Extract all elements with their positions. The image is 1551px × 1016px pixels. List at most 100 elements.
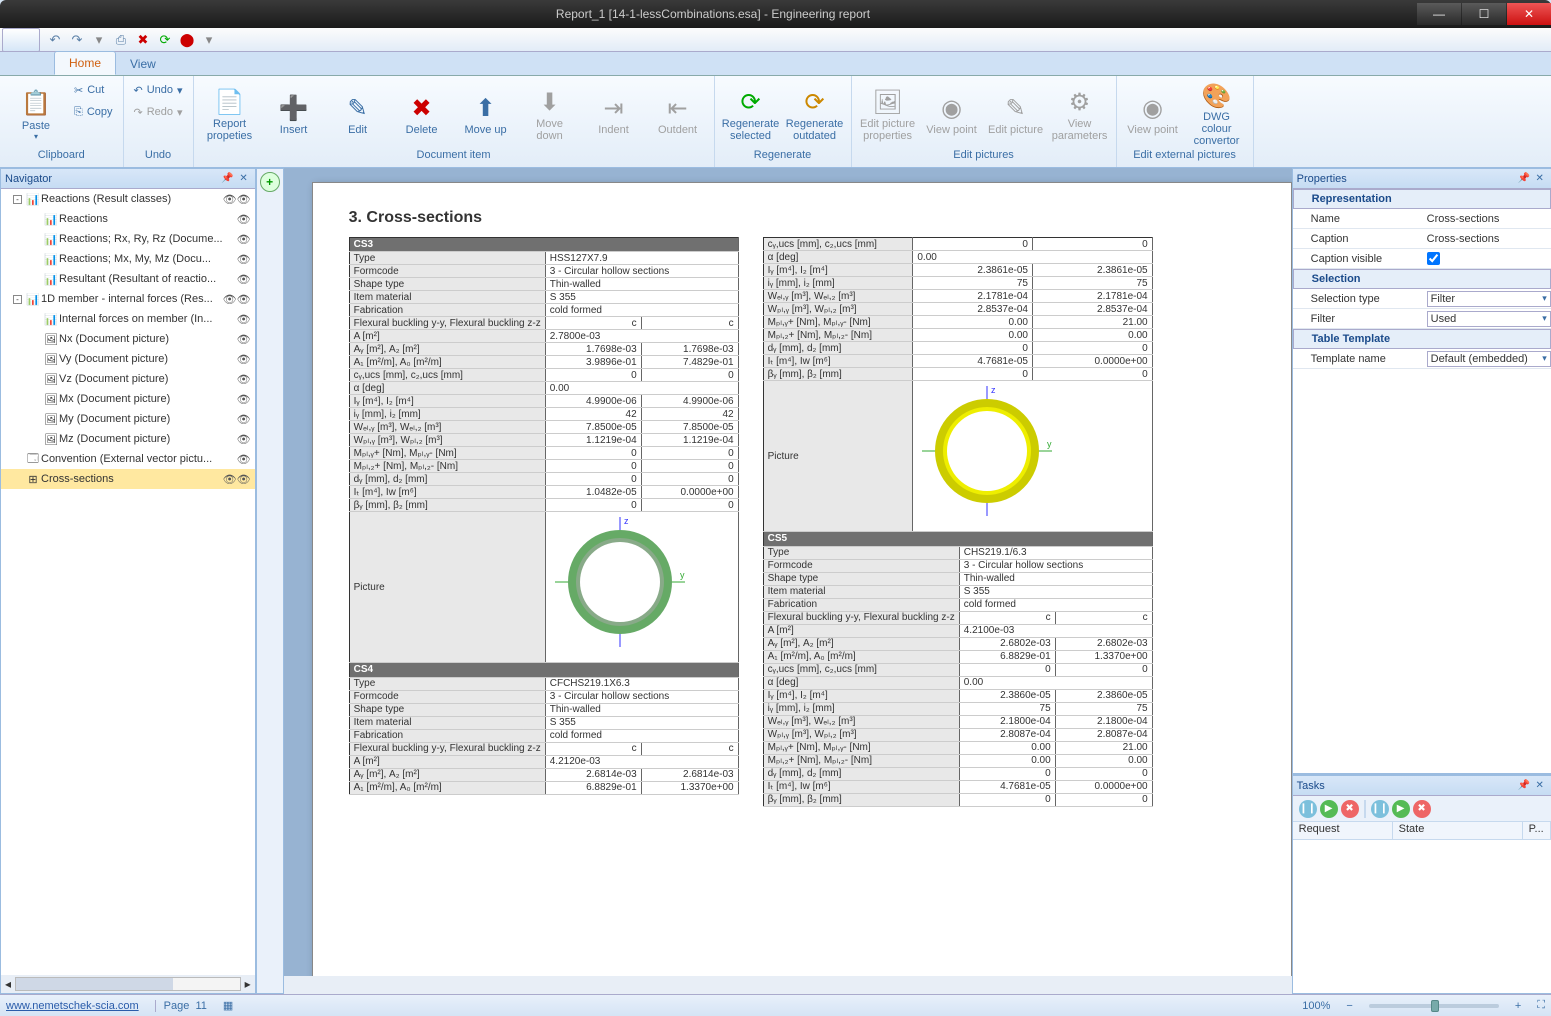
- cross-section-table-cs5: CS5TypeCHS219.1/6.3Formcode3 - Circular …: [763, 532, 1153, 807]
- eye-icon: 👁: [237, 233, 251, 246]
- vendor-link[interactable]: www.nemetschek-scia.com: [6, 1000, 139, 1012]
- eye-icon: 👁: [237, 433, 251, 446]
- eye-icon: 👁: [237, 333, 251, 346]
- copy-button[interactable]: ⎘Copy: [70, 102, 117, 122]
- task-play-icon[interactable]: ▶: [1320, 800, 1338, 818]
- cut-button[interactable]: ✂Cut: [70, 80, 117, 100]
- undo-icon[interactable]: ↶: [45, 30, 65, 50]
- insert-button[interactable]: ➕Insert: [264, 80, 324, 148]
- pin-icon[interactable]: 📌: [1517, 172, 1531, 186]
- qat-delete-icon[interactable]: ✖: [133, 30, 153, 50]
- fullscreen-icon[interactable]: ⛶: [1537, 999, 1545, 1012]
- tree-item[interactable]: 🖼Mz (Document picture)👁: [1, 429, 255, 449]
- eye-icon: 👁: [237, 273, 251, 286]
- qat-dropdown-icon[interactable]: ▾: [199, 30, 219, 50]
- tree-item[interactable]: 📊Resultant (Resultant of reactio...👁: [1, 269, 255, 289]
- ext-view-point-button[interactable]: ◉View point: [1123, 80, 1183, 148]
- redo-icon[interactable]: ↷: [67, 30, 87, 50]
- edit-button[interactable]: ✎Edit: [328, 80, 388, 148]
- tree-item[interactable]: -📊1D member - internal forces (Res...👁👁: [1, 289, 255, 309]
- navigator-scrollbar[interactable]: ◂▸: [1, 975, 255, 993]
- qat-icon[interactable]: ⎙: [111, 30, 131, 50]
- scissors-icon: ✂: [74, 84, 83, 97]
- tab-view[interactable]: View: [116, 53, 170, 75]
- tree-item[interactable]: 🗔Convention (External vector pictu...👁: [1, 449, 255, 469]
- zoom-out-icon[interactable]: −: [1346, 1000, 1352, 1012]
- tree-item[interactable]: 🖼Vy (Document picture)👁: [1, 349, 255, 369]
- report-properties-button[interactable]: 📄Report propeties: [200, 80, 260, 148]
- close-button[interactable]: ✕: [1507, 3, 1551, 25]
- task-stop-icon[interactable]: ✖: [1341, 800, 1359, 818]
- property-checkbox[interactable]: [1427, 252, 1440, 265]
- add-item-icon[interactable]: +: [260, 172, 280, 192]
- eye-icon: 👁: [237, 213, 251, 226]
- tab-home[interactable]: Home: [54, 51, 116, 75]
- property-grid[interactable]: −RepresentationNameCross-sectionsCaption…: [1293, 189, 1551, 773]
- navigator-panel: Navigator 📌 ✕ -📊Reactions (Result classe…: [0, 168, 256, 994]
- svg-text:y: y: [680, 570, 685, 580]
- zoom-in-icon[interactable]: +: [1515, 1000, 1521, 1012]
- eye-icon: 👁: [237, 353, 251, 366]
- property-dropdown[interactable]: Filter▾: [1427, 291, 1551, 307]
- tree-item[interactable]: 🖼Nx (Document picture)👁: [1, 329, 255, 349]
- tree-item[interactable]: 📊Internal forces on member (In...👁: [1, 309, 255, 329]
- move-up-button[interactable]: ⬆Move up: [456, 80, 516, 148]
- tree-item[interactable]: 🖼Mx (Document picture)👁: [1, 389, 255, 409]
- qat-stop-icon[interactable]: ⬤: [177, 30, 197, 50]
- eye-icon: 👁: [223, 193, 237, 206]
- doc-scrollbar[interactable]: [284, 976, 1292, 994]
- minimize-button[interactable]: —: [1417, 3, 1461, 25]
- edit-picture-props-button[interactable]: 🖼Edit picture properties: [858, 80, 918, 148]
- cross-section-table-cs3: CS3TypeHSS127X7.9Formcode3 - Circular ho…: [349, 237, 739, 663]
- close-icon[interactable]: ✕: [1533, 172, 1547, 186]
- pin-icon[interactable]: 📌: [221, 172, 235, 186]
- view-point-button[interactable]: ◉View point: [922, 80, 982, 148]
- eye-icon: 👁: [223, 473, 237, 486]
- tasks-panel: Tasks 📌 ✕ ❙❙ ▶ ✖ ❙❙ ▶ ✖ Request State P.…: [1292, 774, 1551, 994]
- task-stop-icon[interactable]: ✖: [1413, 800, 1431, 818]
- indent-button[interactable]: ⇥Indent: [584, 80, 644, 148]
- task-play-icon[interactable]: ▶: [1392, 800, 1410, 818]
- qat-icon[interactable]: ▾: [89, 30, 109, 50]
- maximize-button[interactable]: ☐: [1462, 3, 1506, 25]
- tree-item[interactable]: ⊞Cross-sections👁👁: [1, 469, 255, 489]
- close-icon[interactable]: ✕: [237, 172, 251, 186]
- delete-button[interactable]: ✖Delete: [392, 80, 452, 148]
- redo-button[interactable]: ↷Redo ▾: [130, 102, 187, 122]
- ribbon: 📋Paste▾ ✂Cut ⎘Copy Clipboard ↶Undo ▾ ↷Re…: [0, 76, 1551, 168]
- tree-item[interactable]: 🖼Vz (Document picture)👁: [1, 369, 255, 389]
- tree-item[interactable]: 📊Reactions👁: [1, 209, 255, 229]
- app-menu-button[interactable]: [2, 28, 40, 52]
- document-scroll[interactable]: 3. Cross-sections CS3TypeHSS127X7.9Formc…: [284, 168, 1292, 976]
- status-bar: www.nemetschek-scia.com Page 11 ▦ 100% −…: [0, 994, 1551, 1016]
- eye-icon: 👁: [237, 453, 251, 466]
- zoom-slider[interactable]: [1369, 1004, 1499, 1008]
- undo-button[interactable]: ↶Undo ▾: [130, 80, 187, 100]
- regenerate-outdated-button[interactable]: ⟳Regenerate outdated: [785, 80, 845, 148]
- outdent-button[interactable]: ⇤Outdent: [648, 80, 708, 148]
- tree-item[interactable]: 🖼My (Document picture)👁: [1, 409, 255, 429]
- view-mode-icon[interactable]: ▦: [223, 999, 233, 1012]
- paste-button[interactable]: 📋Paste▾: [6, 80, 66, 148]
- ribbon-tabs: Home View: [0, 52, 1551, 76]
- move-down-button[interactable]: ⬇Move down: [520, 80, 580, 148]
- property-dropdown[interactable]: Default (embedded)▾: [1427, 351, 1551, 367]
- view-params-button[interactable]: ⚙View parameters: [1050, 80, 1110, 148]
- regenerate-selected-button[interactable]: ⟳Regenerate selected: [721, 80, 781, 148]
- copy-icon: ⎘: [74, 106, 83, 119]
- qat-regen-icon[interactable]: ⟳: [155, 30, 175, 50]
- task-pause-icon[interactable]: ❙❙: [1371, 800, 1389, 818]
- edit-picture-button[interactable]: ✎Edit picture: [986, 80, 1046, 148]
- dwg-convertor-button[interactable]: 🎨DWG colour convertor: [1187, 80, 1247, 148]
- tree-item[interactable]: -📊Reactions (Result classes)👁👁: [1, 189, 255, 209]
- tree-item[interactable]: 📊Reactions; Rx, Ry, Rz (Docume...👁: [1, 229, 255, 249]
- tree-item[interactable]: 📊Reactions; Mx, My, Mz (Docu...👁: [1, 249, 255, 269]
- property-dropdown[interactable]: Used▾: [1427, 311, 1551, 327]
- tasks-body: [1293, 840, 1551, 993]
- properties-title: Properties: [1297, 173, 1347, 185]
- cross-section-table-cs4: CS4TypeCFCHS219.1X6.3Formcode3 - Circula…: [349, 663, 739, 795]
- navigator-tree[interactable]: -📊Reactions (Result classes)👁👁📊Reactions…: [1, 189, 255, 975]
- close-icon[interactable]: ✕: [1533, 779, 1547, 793]
- task-pause-icon[interactable]: ❙❙: [1299, 800, 1317, 818]
- pin-icon[interactable]: 📌: [1517, 779, 1531, 793]
